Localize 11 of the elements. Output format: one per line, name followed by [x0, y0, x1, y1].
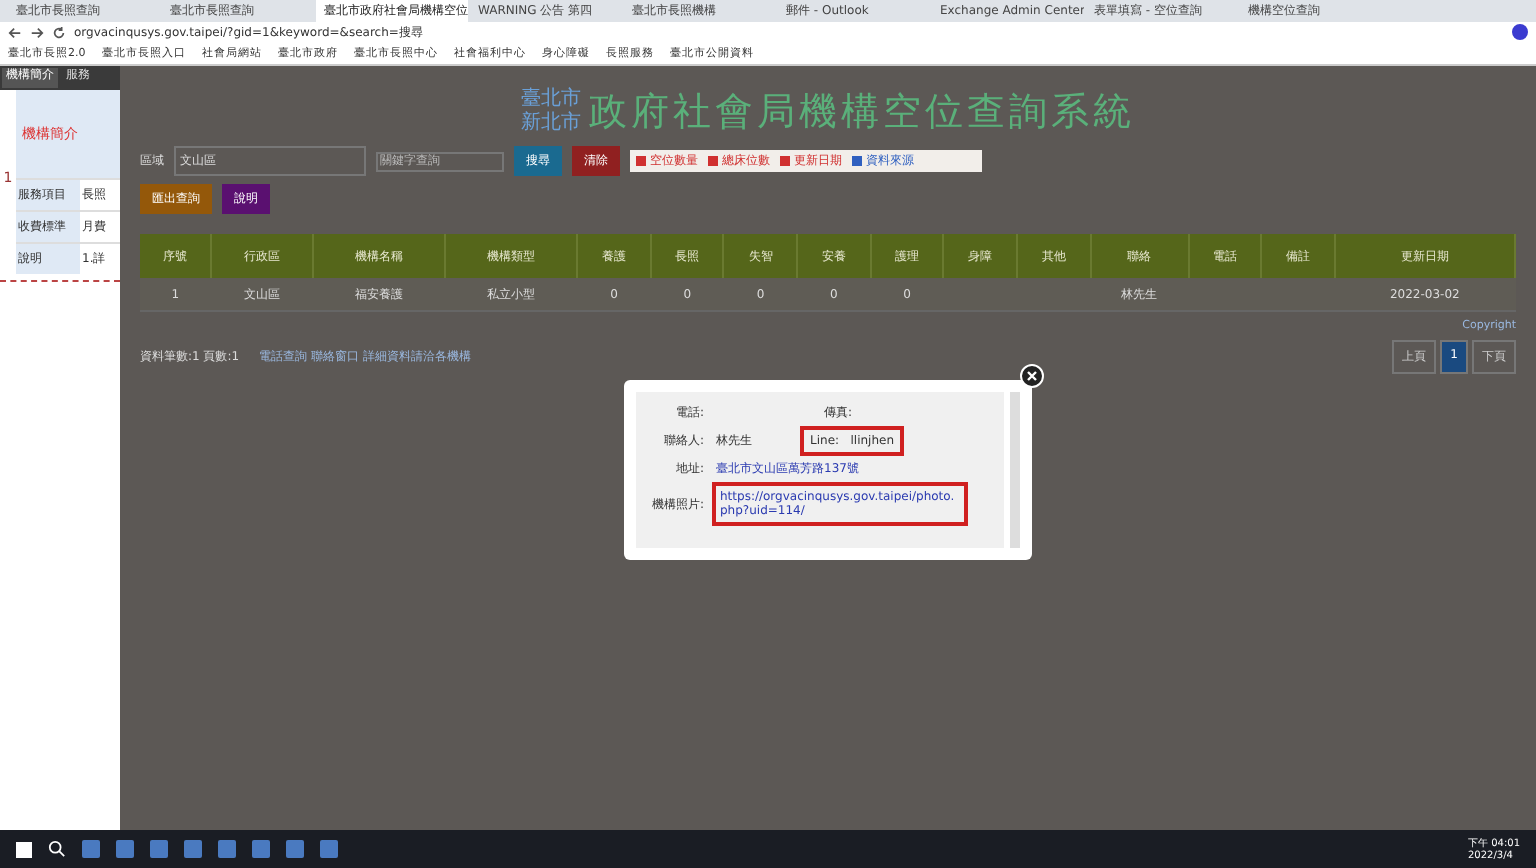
close-icon[interactable] [1020, 364, 1044, 388]
city-name: 新北市 [521, 112, 581, 136]
back-arrow-icon[interactable] [8, 25, 22, 40]
forward-arrow-icon[interactable] [30, 25, 44, 40]
scrollbar[interactable] [1010, 392, 1020, 548]
windows-start-icon[interactable] [16, 841, 32, 857]
reload-icon[interactable] [52, 25, 66, 40]
page-title: 政府社會局機構空位查詢系統 [589, 88, 1135, 138]
profile-icon[interactable] [1512, 24, 1528, 41]
search-icon[interactable] [48, 840, 66, 858]
city-name: 臺北市 [521, 88, 581, 111]
